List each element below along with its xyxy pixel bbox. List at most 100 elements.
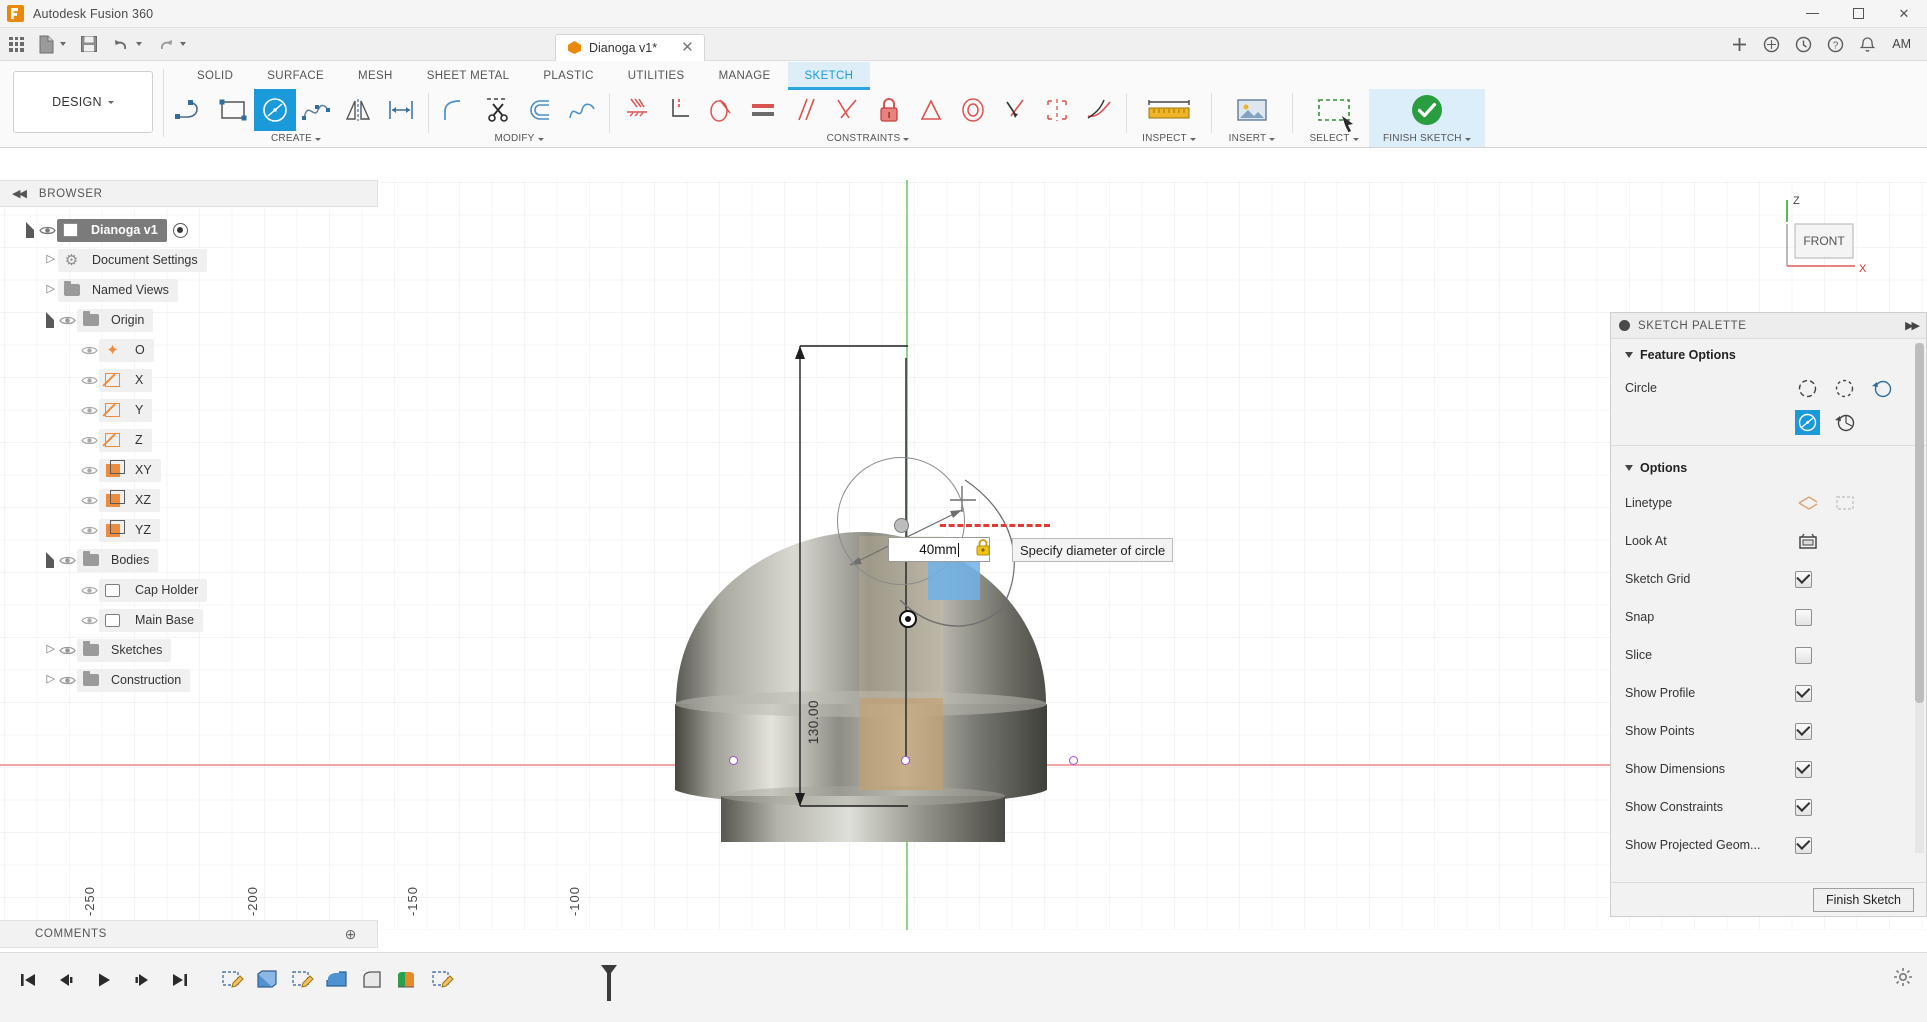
look-at-icon[interactable] [1795,529,1820,554]
sketch-point[interactable] [729,756,738,765]
palette-scrollbar[interactable] [1915,343,1924,853]
finish-sketch-button[interactable]: Finish Sketch [1813,888,1914,912]
spline-tool-icon[interactable] [296,89,338,131]
horizontal-vertical-constraint-icon[interactable] [616,89,658,131]
tree-item-named-views[interactable]: Named Views [0,275,378,305]
palette-dot-icon[interactable] [1619,320,1630,331]
disclosure-open-icon[interactable] [42,552,58,568]
palette-row-show-profile[interactable]: Show Profile [1611,674,1926,712]
app-grid-icon[interactable] [4,31,29,57]
show-dimensions-checkbox[interactable] [1795,761,1812,778]
tree-item-plane-xy[interactable]: XY [0,455,378,485]
extrude-feature-icon[interactable] [253,967,280,993]
three-tangent-circle-icon[interactable] [1832,410,1857,435]
chevron-down-icon[interactable] [903,138,909,141]
show-constraints-checkbox[interactable] [1795,799,1812,816]
extensions-icon[interactable] [1756,30,1786,58]
step-back-icon[interactable] [54,968,78,992]
visibility-eye-icon[interactable] [80,372,99,388]
timeline-marker-icon[interactable] [599,963,619,1008]
tree-item-origin[interactable]: Origin [0,305,378,335]
equal-constraint-icon[interactable] [742,89,784,131]
disclosure-closed-icon[interactable] [42,672,58,688]
help-circle-icon[interactable]: ? [1820,30,1850,58]
show-points-checkbox[interactable] [1795,723,1812,740]
visibility-eye-icon[interactable] [58,552,77,568]
trim-tool-icon[interactable] [477,89,519,131]
tree-item-sketches[interactable]: Sketches [0,635,378,665]
two-tangent-circle-icon[interactable] [1795,410,1820,435]
fillet-feature-icon[interactable] [323,967,350,993]
mirror-tool-icon[interactable] [338,89,380,131]
palette-row-slice[interactable]: Slice [1611,636,1926,674]
sketch-point[interactable] [1069,756,1078,765]
tree-item-bodies[interactable]: Bodies [0,545,378,575]
rectangular-pattern-icon[interactable] [380,89,422,131]
chevron-down-icon[interactable] [315,138,321,141]
construction-line[interactable] [940,524,1050,527]
break-curve-icon[interactable] [561,89,603,131]
chevron-down-icon[interactable] [1353,138,1359,141]
circle-tool-icon[interactable] [254,89,296,131]
visibility-eye-icon[interactable] [58,672,77,688]
visibility-eye-icon[interactable] [80,582,99,598]
tree-item-plane-yz[interactable]: YZ [0,515,378,545]
midpoint-constraint-icon[interactable] [910,89,952,131]
go-to-end-icon[interactable] [168,968,192,992]
tab-mesh[interactable]: MESH [341,62,410,90]
two-point-circle-icon[interactable] [1832,376,1857,401]
tab-surface[interactable]: SURFACE [250,62,341,90]
maximize-button[interactable] [1835,0,1881,28]
lock-icon[interactable] [975,538,991,556]
expand-right-icon[interactable]: ▶▶ [1905,319,1918,332]
close-button[interactable]: ✕ [1881,0,1927,28]
sketch-circle-center-point[interactable] [894,518,909,533]
plus-icon[interactable]: ⊕ [345,926,357,943]
collapse-left-icon[interactable]: ◀◀ [12,187,25,200]
visibility-eye-icon[interactable] [58,642,77,658]
sketch-grid-checkbox[interactable] [1795,571,1812,588]
tree-item-axis-z[interactable]: Z [0,425,378,455]
tree-item-main-base[interactable]: Main Base [0,605,378,635]
activate-component-radio[interactable] [173,223,188,238]
chevron-down-icon[interactable] [1190,138,1196,141]
tree-item-axis-y[interactable]: Y [0,395,378,425]
job-status-icon[interactable] [1788,30,1818,58]
offset-tool-icon[interactable] [519,89,561,131]
minimize-button[interactable] [1789,0,1835,28]
tab-manage[interactable]: MANAGE [702,62,788,90]
visibility-eye-icon[interactable] [58,312,77,328]
perpendicular-constraint-icon[interactable] [658,89,700,131]
tree-item-cap-holder[interactable]: Cap Holder [0,575,378,605]
palette-row-show-constraints[interactable]: Show Constraints [1611,788,1926,826]
tree-item-construction[interactable]: Construction [0,665,378,695]
tab-solid[interactable]: SOLID [180,62,250,90]
step-forward-icon[interactable] [130,968,154,992]
rectangle-tool-icon[interactable] [212,89,254,131]
parallel-constraint-icon[interactable] [784,89,826,131]
fix-unfix-constraint-icon[interactable] [868,89,910,131]
concentric-constraint-icon[interactable] [952,89,994,131]
chevron-down-icon[interactable] [538,138,544,141]
disclosure-open-icon[interactable] [22,222,38,238]
insert-image-icon[interactable] [1218,89,1286,131]
visibility-eye-icon[interactable] [38,222,57,238]
tab-sheet-metal[interactable]: SHEET METAL [410,62,527,90]
sketch-feature-icon[interactable] [218,967,245,993]
sketch-feature-icon[interactable] [288,967,315,993]
sketch-origin-icon[interactable] [899,610,917,628]
section-options[interactable]: Options [1611,452,1926,484]
construction-linetype-icon[interactable] [1832,491,1857,516]
play-icon[interactable] [92,968,116,992]
redo-icon[interactable] [151,31,191,57]
tree-item-origin-o[interactable]: ✦ O [0,335,378,365]
curvature-constraint-icon[interactable] [1078,89,1120,131]
view-cube[interactable]: Z FRONT X [1757,190,1877,300]
go-to-start-icon[interactable] [16,968,40,992]
visibility-eye-icon[interactable] [80,342,99,358]
collinear-constraint-icon[interactable] [994,89,1036,131]
notifications-icon[interactable] [1852,30,1882,58]
symmetry-constraint-icon[interactable] [1036,89,1078,131]
close-icon[interactable]: ✕ [681,40,694,55]
tree-item-dianoga[interactable]: Dianoga v1 [0,215,378,245]
